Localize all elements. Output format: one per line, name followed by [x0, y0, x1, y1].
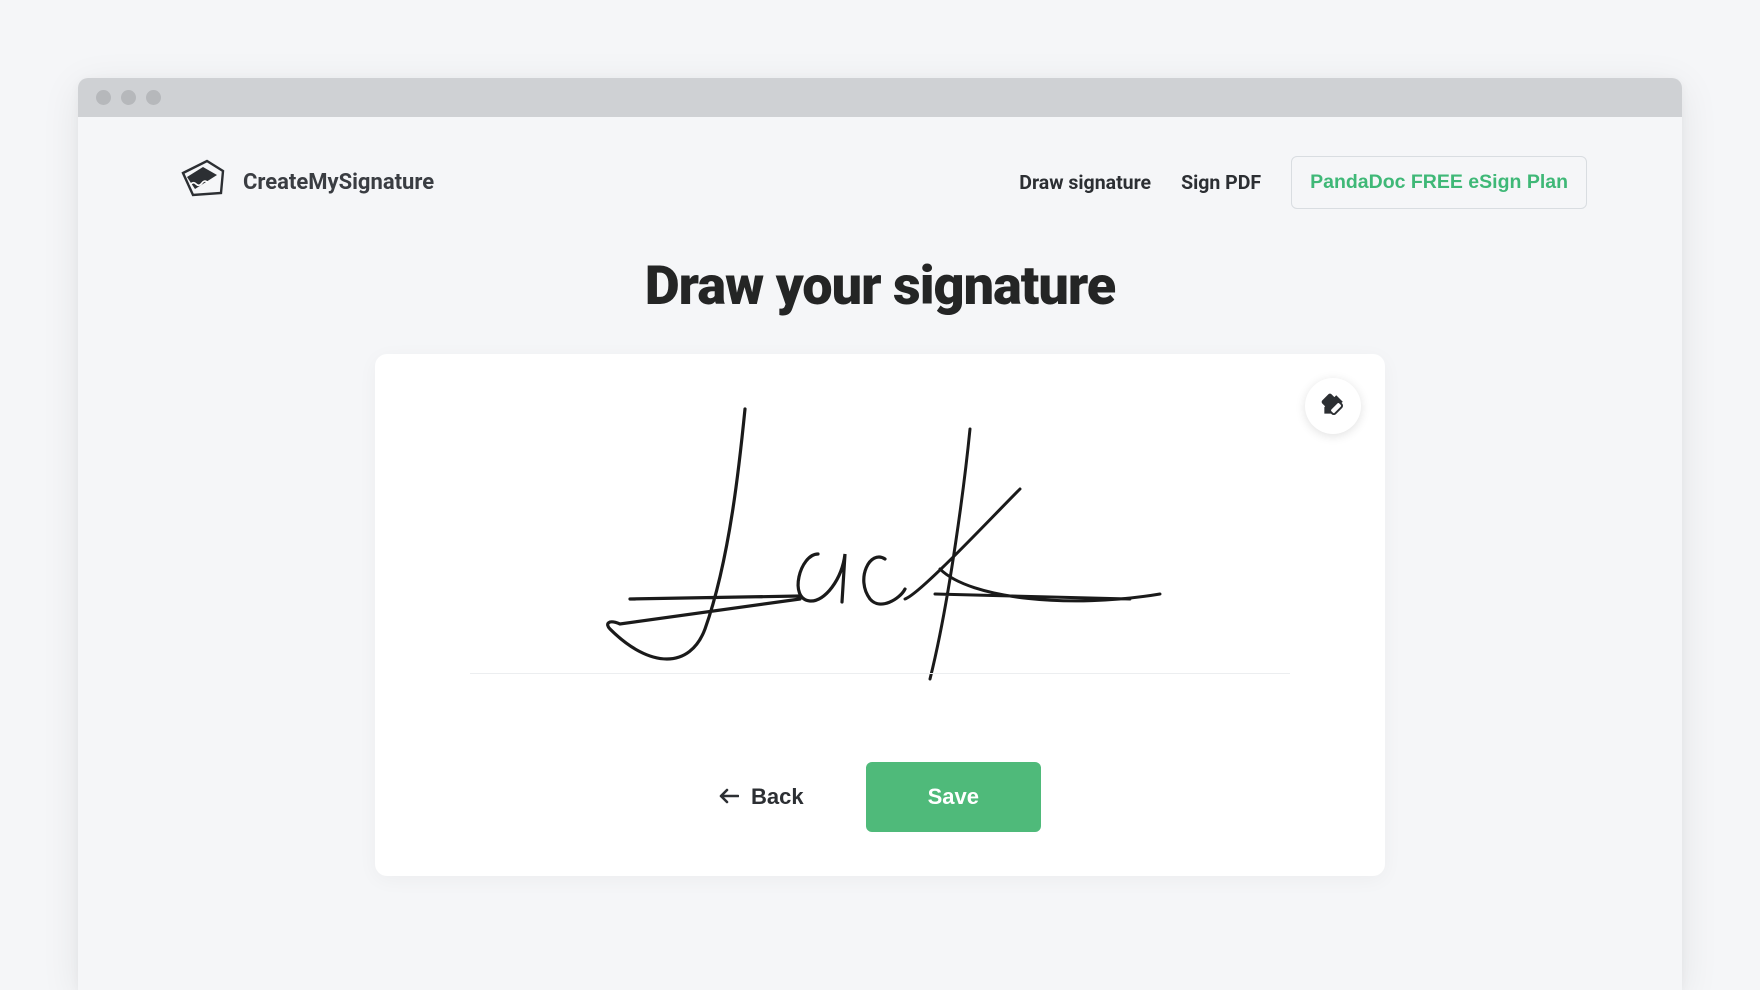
window-dot-close[interactable]	[96, 90, 111, 105]
signature-drawing	[570, 399, 1190, 689]
browser-window: CreateMySignature Draw signature Sign PD…	[78, 78, 1682, 990]
eraser-icon	[1320, 392, 1346, 421]
brand-logo[interactable]: CreateMySignature	[173, 155, 434, 209]
back-button[interactable]: Back	[719, 784, 804, 810]
brand-name: CreateMySignature	[243, 170, 434, 195]
arrow-left-icon	[719, 784, 739, 810]
page-title: Draw your signature	[78, 255, 1682, 318]
save-button[interactable]: Save	[866, 762, 1041, 832]
eraser-button[interactable]	[1305, 378, 1361, 434]
action-row: Back Save	[375, 762, 1385, 832]
site-header: CreateMySignature Draw signature Sign PD…	[78, 117, 1682, 227]
main-nav: Draw signature Sign PDF PandaDoc FREE eS…	[1019, 156, 1587, 209]
nav-draw-signature[interactable]: Draw signature	[1019, 171, 1151, 194]
signature-canvas[interactable]	[470, 384, 1290, 704]
signature-baseline	[470, 673, 1290, 674]
signature-card: Back Save	[375, 354, 1385, 876]
nav-sign-pdf[interactable]: Sign PDF	[1181, 171, 1261, 194]
window-dot-minimize[interactable]	[121, 90, 136, 105]
cta-pandadoc-button[interactable]: PandaDoc FREE eSign Plan	[1291, 156, 1587, 209]
browser-titlebar	[78, 78, 1682, 117]
window-dot-maximize[interactable]	[146, 90, 161, 105]
logo-icon	[173, 155, 235, 209]
back-button-label: Back	[751, 784, 804, 810]
page-content: CreateMySignature Draw signature Sign PD…	[78, 117, 1682, 990]
